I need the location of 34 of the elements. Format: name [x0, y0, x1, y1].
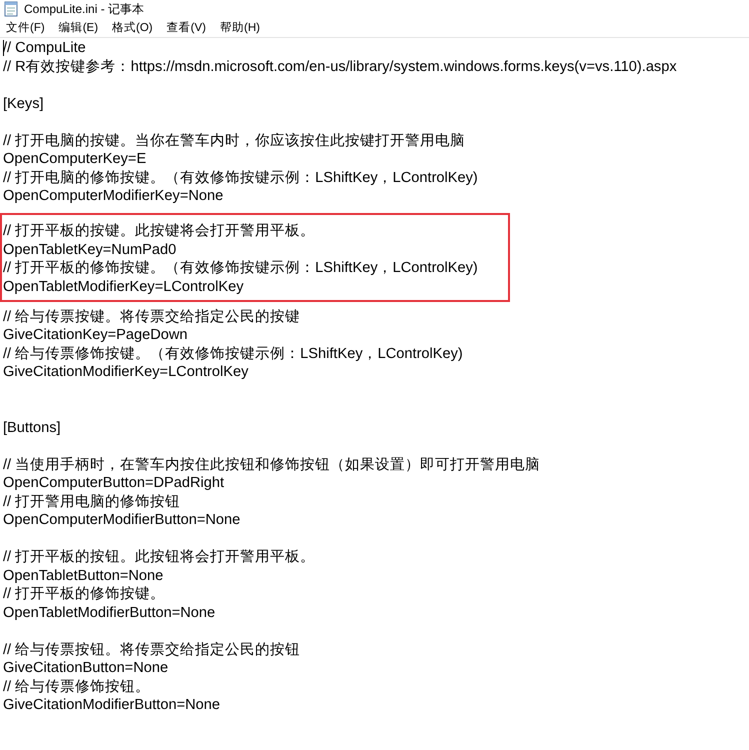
text-line: // 打开平板的修饰按键。 — [3, 585, 166, 604]
text-line: // 给与传票按钮。将传票交给指定公民的按钮 — [3, 640, 300, 659]
text-line: // 给与传票按键。将传票交给指定公民的按键 — [3, 308, 300, 326]
text-line: OpenTabletKey=NumPad0 — [3, 240, 176, 259]
section-header: [Keys] — [3, 94, 44, 113]
menu-item[interactable]: 文件(F) — [6, 20, 45, 34]
menu-item[interactable]: 帮助(H) — [220, 20, 260, 34]
text-line: GiveCitationButton=None — [3, 659, 168, 678]
text-line: // R有效按键参考：https://msdn.microsoft.com/en-us/library/system.windows.forms.keys(v=vs.110).aspx — [3, 58, 677, 76]
text-line: // 打开电脑的修饰按键。（有效修饰按键示例：LShiftKey，LControlKey) — [3, 168, 478, 187]
menu-item[interactable]: 格式(O) — [112, 20, 153, 34]
text-line: // 打开平板的修饰按键。（有效修饰按键示例：LShiftKey，LControlKey) — [3, 259, 478, 278]
menu-item[interactable]: 编辑(E) — [58, 20, 98, 34]
text-line: GiveCitationModifierKey=LControlKey — [3, 363, 248, 382]
text-line: // 打开警用电脑的修饰按钮 — [3, 492, 180, 511]
text-line: GiveCitationModifierButton=None — [3, 696, 220, 714]
text-line: // 当使用手柄时，在警车内按住此按钮和修饰按钮（如果设置）即可打开警用电脑 — [3, 456, 540, 474]
text-line: OpenTabletButton=None — [3, 566, 164, 585]
menu-item[interactable]: 查看(V) — [166, 20, 206, 34]
text-line: // 给与传票修饰按钮。 — [3, 678, 150, 696]
text-line: OpenComputerButton=DPadRight — [3, 474, 224, 492]
text-line: OpenComputerModifierButton=None — [3, 511, 240, 530]
text-line: OpenTabletModifierKey=LControlKey — [3, 278, 244, 296]
text-line: GiveCitationKey=PageDown — [3, 326, 188, 344]
text-line: // 打开平板的按钮。此按钮将会打开警用平板。 — [3, 548, 316, 566]
text-line: OpenComputerModifierKey=None — [3, 187, 224, 206]
text-line: // 给与传票修饰按键。（有效修饰按键示例：LShiftKey，LControlKey) — [3, 344, 463, 363]
window-title: CompuLite.ini - 记事本 — [24, 0, 144, 18]
section-header: [Buttons] — [3, 418, 61, 437]
text-line: // 打开电脑的按键。当你在警车内时，你应该按住此按键打开警用电脑 — [3, 132, 466, 150]
notepad-icon — [4, 1, 18, 17]
text-line: // 打开平板的按键。此按键将会打开警用平板。 — [3, 222, 316, 240]
text-line: OpenTabletModifierButton=None — [3, 604, 216, 622]
text-line: OpenComputerKey=E — [3, 150, 146, 168]
